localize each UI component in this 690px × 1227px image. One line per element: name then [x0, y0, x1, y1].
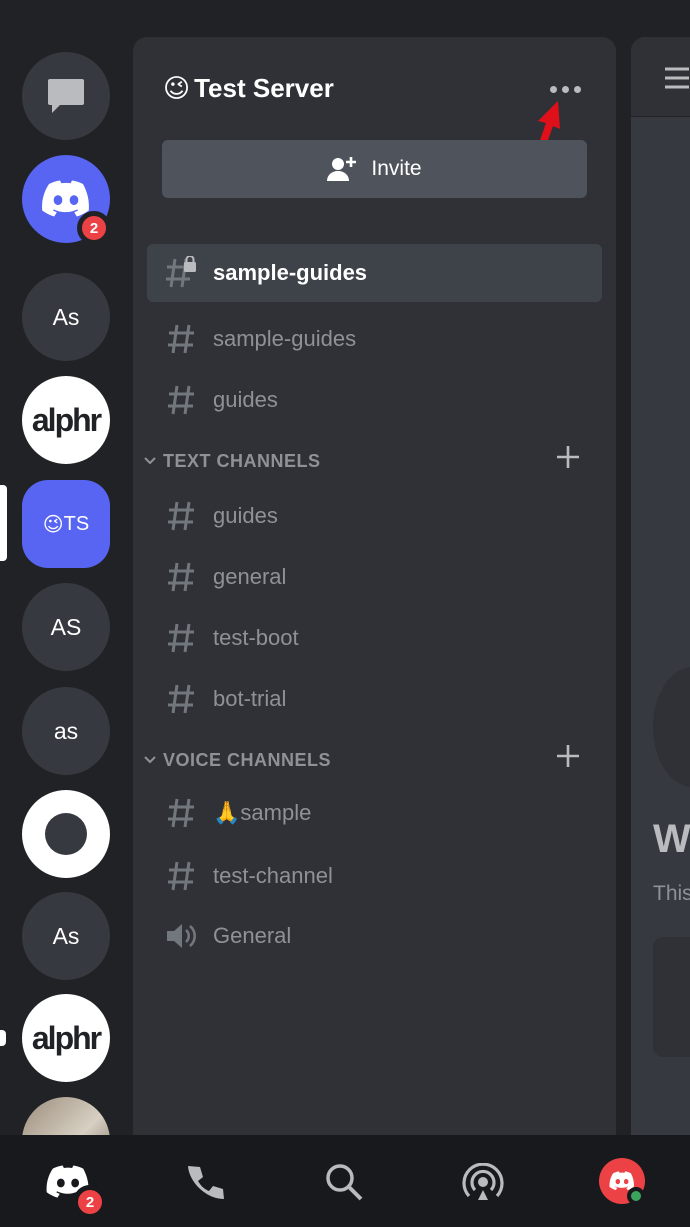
channel-panel: 😉 Test Server Invite sample-guides sampl…: [133, 37, 616, 1135]
add-channel-icon[interactable]: [555, 743, 581, 774]
selected-server-indicator: [0, 485, 7, 561]
online-status-indicator: [627, 1187, 645, 1205]
category-label: VOICE CHANNELS: [163, 749, 332, 770]
chevron-down-icon: [141, 457, 159, 465]
welcome-card[interactable]: [653, 937, 690, 1057]
hash-icon: [163, 384, 199, 416]
bottom-tab-bar: 2: [0, 1135, 690, 1227]
hash-icon: [163, 323, 199, 355]
search-icon: [326, 1164, 363, 1201]
category-text-channels[interactable]: TEXT CHANNELS: [141, 446, 591, 476]
chat-header: [631, 37, 690, 117]
voice-channel-general[interactable]: General: [147, 907, 602, 965]
server-emoji: 😉: [42, 513, 64, 536]
ring-icon: [45, 813, 87, 855]
invite-button[interactable]: Invite: [162, 140, 587, 198]
server-icon-test-server[interactable]: 😉 TS: [22, 480, 110, 568]
hash-icon: [163, 561, 199, 593]
hash-icon: [163, 683, 199, 715]
channel-test-channel[interactable]: test-channel: [147, 847, 602, 905]
channel-name: guides: [213, 387, 278, 412]
hamburger-menu-icon[interactable]: [665, 67, 689, 89]
chevron-down-icon: [141, 756, 159, 764]
main-content: W This: [631, 37, 690, 1135]
channel-name: General: [213, 923, 292, 948]
channel-name: test-channel: [213, 863, 333, 888]
tab-friends[interactable]: [182, 1157, 232, 1207]
friends-icon: [188, 1166, 224, 1199]
unread-indicator: [0, 1030, 6, 1046]
server-icon-alphr[interactable]: alphr: [22, 376, 110, 464]
server-name-header[interactable]: 😉 Test Server: [163, 73, 334, 104]
channel-name: 🙏sample: [213, 800, 312, 825]
channel-name: guides: [213, 503, 278, 528]
channel-sample-guides[interactable]: sample-guides: [147, 310, 602, 368]
dot: [561, 85, 569, 93]
server-icon-AS[interactable]: AS: [22, 583, 110, 671]
server-icon-as-lower[interactable]: as: [22, 687, 110, 775]
locked-hash-icon: [163, 256, 199, 290]
server-initials: TS: [63, 512, 90, 535]
hash-icon: [163, 622, 199, 654]
home-tab-badge: 2: [73, 1185, 107, 1219]
tab-mentions[interactable]: [458, 1157, 508, 1207]
speaker-icon: [163, 922, 199, 950]
channel-guides[interactable]: guides: [147, 371, 602, 429]
hash-icon: [163, 500, 199, 532]
channel-sample-guides-locked[interactable]: sample-guides: [147, 244, 602, 302]
welcome-avatar: [653, 667, 690, 787]
category-voice-channels[interactable]: VOICE CHANNELS: [141, 745, 591, 775]
hash-icon: [163, 797, 199, 829]
home-notification-badge: 2: [77, 211, 111, 245]
channel-sample[interactable]: 🙏sample: [147, 784, 602, 842]
channel-bot-trial[interactable]: bot-trial: [147, 670, 602, 728]
welcome-text: This: [653, 882, 690, 905]
channel-name: test-boot: [213, 625, 299, 650]
channel-test-boot[interactable]: test-boot: [147, 609, 602, 667]
add-person-icon: [327, 157, 357, 181]
server-icon-ring[interactable]: [22, 790, 110, 878]
discord-logo-icon: [42, 180, 89, 217]
server-icon-as[interactable]: As: [22, 273, 110, 361]
server-icon-photo[interactable]: [22, 1097, 110, 1135]
channel-name: sample-guides: [213, 260, 368, 285]
channel-guides-2[interactable]: guides: [147, 487, 602, 545]
server-icon-alphr-2[interactable]: alphr: [22, 994, 110, 1082]
hash-icon: [163, 860, 199, 892]
invite-label: Invite: [371, 157, 422, 180]
server-emoji: 😉: [163, 73, 191, 103]
channel-name: general: [213, 564, 287, 589]
server-name: Test Server: [194, 73, 334, 103]
add-channel-icon[interactable]: [555, 444, 581, 475]
server-icon-as-2[interactable]: As: [22, 892, 110, 980]
dot: [573, 85, 581, 93]
channel-name: sample-guides: [213, 326, 357, 351]
dot: [549, 85, 557, 93]
server-rail: 2 As alphr 😉 TS AS as As alphr: [0, 0, 132, 1135]
chat-bubble-icon: [48, 79, 84, 113]
channel-name: bot-trial: [213, 686, 287, 711]
category-label: TEXT CHANNELS: [163, 450, 321, 471]
welcome-heading: W: [653, 817, 690, 861]
direct-messages-button[interactable]: [22, 52, 110, 140]
broadcast-icon: [462, 1163, 504, 1200]
tab-search[interactable]: [319, 1157, 369, 1207]
channel-general[interactable]: general: [147, 548, 602, 606]
